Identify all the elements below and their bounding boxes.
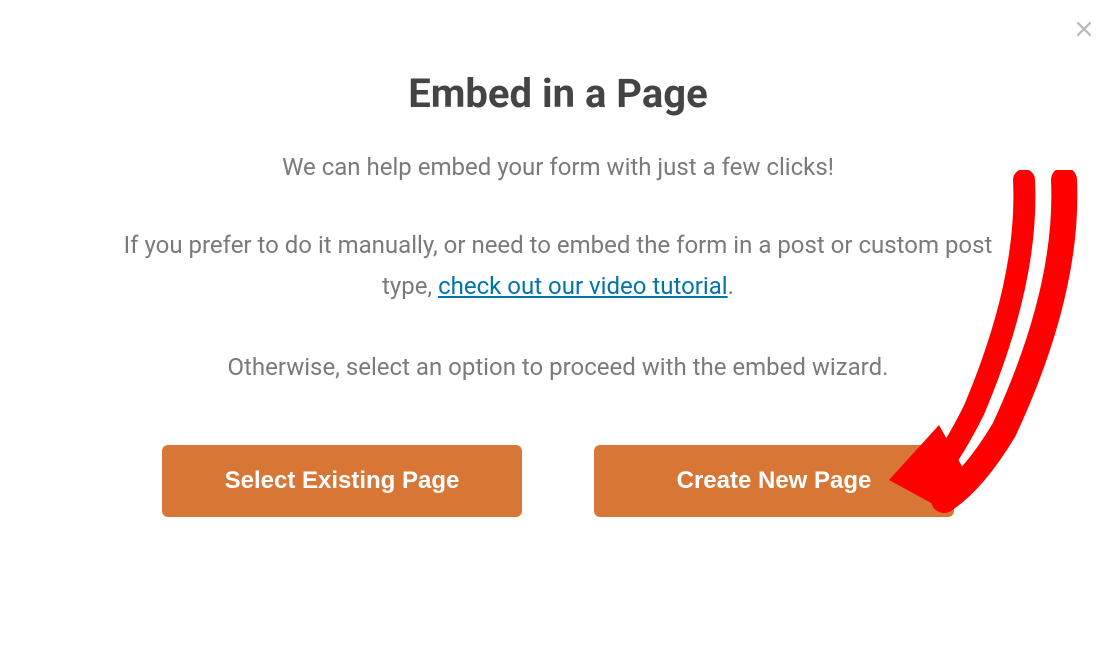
button-row: Select Existing Page Create New Page <box>80 445 1036 517</box>
modal-subtitle: We can help embed your form with just a … <box>80 149 1036 185</box>
select-existing-page-button[interactable]: Select Existing Page <box>162 445 522 517</box>
close-button[interactable] <box>1072 18 1096 42</box>
modal-paragraph-otherwise: Otherwise, select an option to proceed w… <box>80 347 1036 388</box>
close-icon <box>1075 20 1093 41</box>
modal-paragraph-manual: If you prefer to do it manually, or need… <box>80 225 1036 307</box>
embed-modal: Embed in a Page We can help embed your f… <box>0 0 1116 577</box>
modal-title: Embed in a Page <box>80 70 1036 117</box>
create-new-page-button[interactable]: Create New Page <box>594 445 954 517</box>
video-tutorial-link[interactable]: check out our video tutorial <box>438 272 728 300</box>
para-text-after: . <box>728 272 734 300</box>
